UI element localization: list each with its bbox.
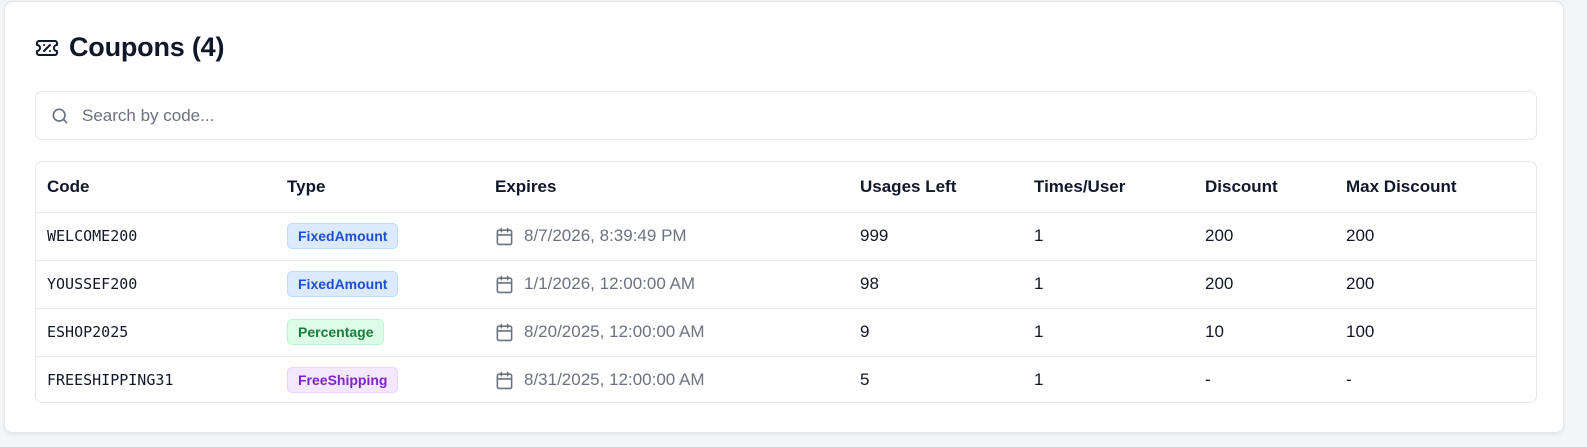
times-per-user-value: 1: [1034, 370, 1044, 390]
table-row[interactable]: WELCOME200 FixedAmount 8/7/2026, 8:39:49…: [36, 212, 1536, 261]
table-row[interactable]: ESHOP2025 Percentage 8/20/2025, 12:00:00…: [36, 308, 1536, 357]
usages-left-value: 5: [860, 370, 870, 390]
coupon-code: WELCOME200: [36, 212, 276, 261]
expires-value: 8/20/2025, 12:00:00 AM: [524, 322, 705, 341]
type-badge: FixedAmount: [287, 223, 399, 249]
calendar-icon: [495, 323, 514, 342]
coupon-code: FREESHIPPING31: [47, 371, 174, 390]
coupons-table: Code Type Expires Usages Left Times/User…: [35, 161, 1537, 403]
type-badge: FixedAmount: [287, 271, 399, 297]
expires-value: 1/1/2026, 12:00:00 AM: [524, 274, 696, 293]
column-header-code[interactable]: Code: [36, 162, 276, 213]
search-icon: [50, 106, 70, 126]
page-title: Coupons (4): [69, 32, 225, 62]
column-header-type[interactable]: Type: [276, 162, 484, 213]
search-input[interactable]: [82, 105, 1482, 126]
column-header-max-discount[interactable]: Max Discount: [1335, 162, 1536, 213]
times-per-user-value: 1: [1023, 212, 1194, 261]
calendar-icon: [495, 275, 514, 294]
max-discount-value: 200: [1335, 260, 1536, 309]
discount-value: 200: [1194, 260, 1335, 309]
table-row[interactable]: YOUSSEF200 FixedAmount 1/1/2026, 12:00:0…: [36, 260, 1536, 309]
calendar-icon: [495, 227, 514, 246]
search-box[interactable]: [35, 91, 1537, 140]
times-per-user-value: 1: [1023, 260, 1194, 309]
max-discount-value: -: [1346, 370, 1352, 390]
max-discount-value: 100: [1335, 308, 1536, 357]
times-per-user-value: 1: [1023, 308, 1194, 357]
usages-left-value: 98: [849, 260, 1023, 309]
max-discount-value: 200: [1335, 212, 1536, 261]
discount-value: -: [1205, 370, 1211, 390]
table-header-row: Code Type Expires Usages Left Times/User…: [36, 162, 1536, 213]
expires-value: 8/7/2026, 8:39:49 PM: [524, 226, 687, 245]
type-badge: Percentage: [287, 319, 385, 345]
discount-value: 10: [1194, 308, 1335, 357]
coupon-code: YOUSSEF200: [36, 260, 276, 309]
column-header-expires[interactable]: Expires: [484, 162, 849, 213]
usages-left-value: 999: [849, 212, 1023, 261]
page-header: Coupons (4): [35, 32, 224, 63]
column-header-discount[interactable]: Discount: [1194, 162, 1335, 213]
expires-value: 8/31/2025, 12:00:00 AM: [524, 370, 705, 390]
ticket-icon: [35, 36, 59, 60]
type-badge: FreeShipping: [287, 367, 399, 394]
coupon-code: ESHOP2025: [36, 308, 276, 357]
coupons-card: Coupons (4) Code Type Expires Usages Lef…: [4, 1, 1564, 433]
table-row[interactable]: FREESHIPPING31 FreeShipping 8/31/2025, 1…: [36, 356, 1536, 402]
calendar-icon: [495, 371, 514, 390]
usages-left-value: 9: [849, 308, 1023, 357]
column-header-times-per-user[interactable]: Times/User: [1023, 162, 1194, 213]
column-header-usages-left[interactable]: Usages Left: [849, 162, 1023, 213]
discount-value: 200: [1194, 212, 1335, 261]
